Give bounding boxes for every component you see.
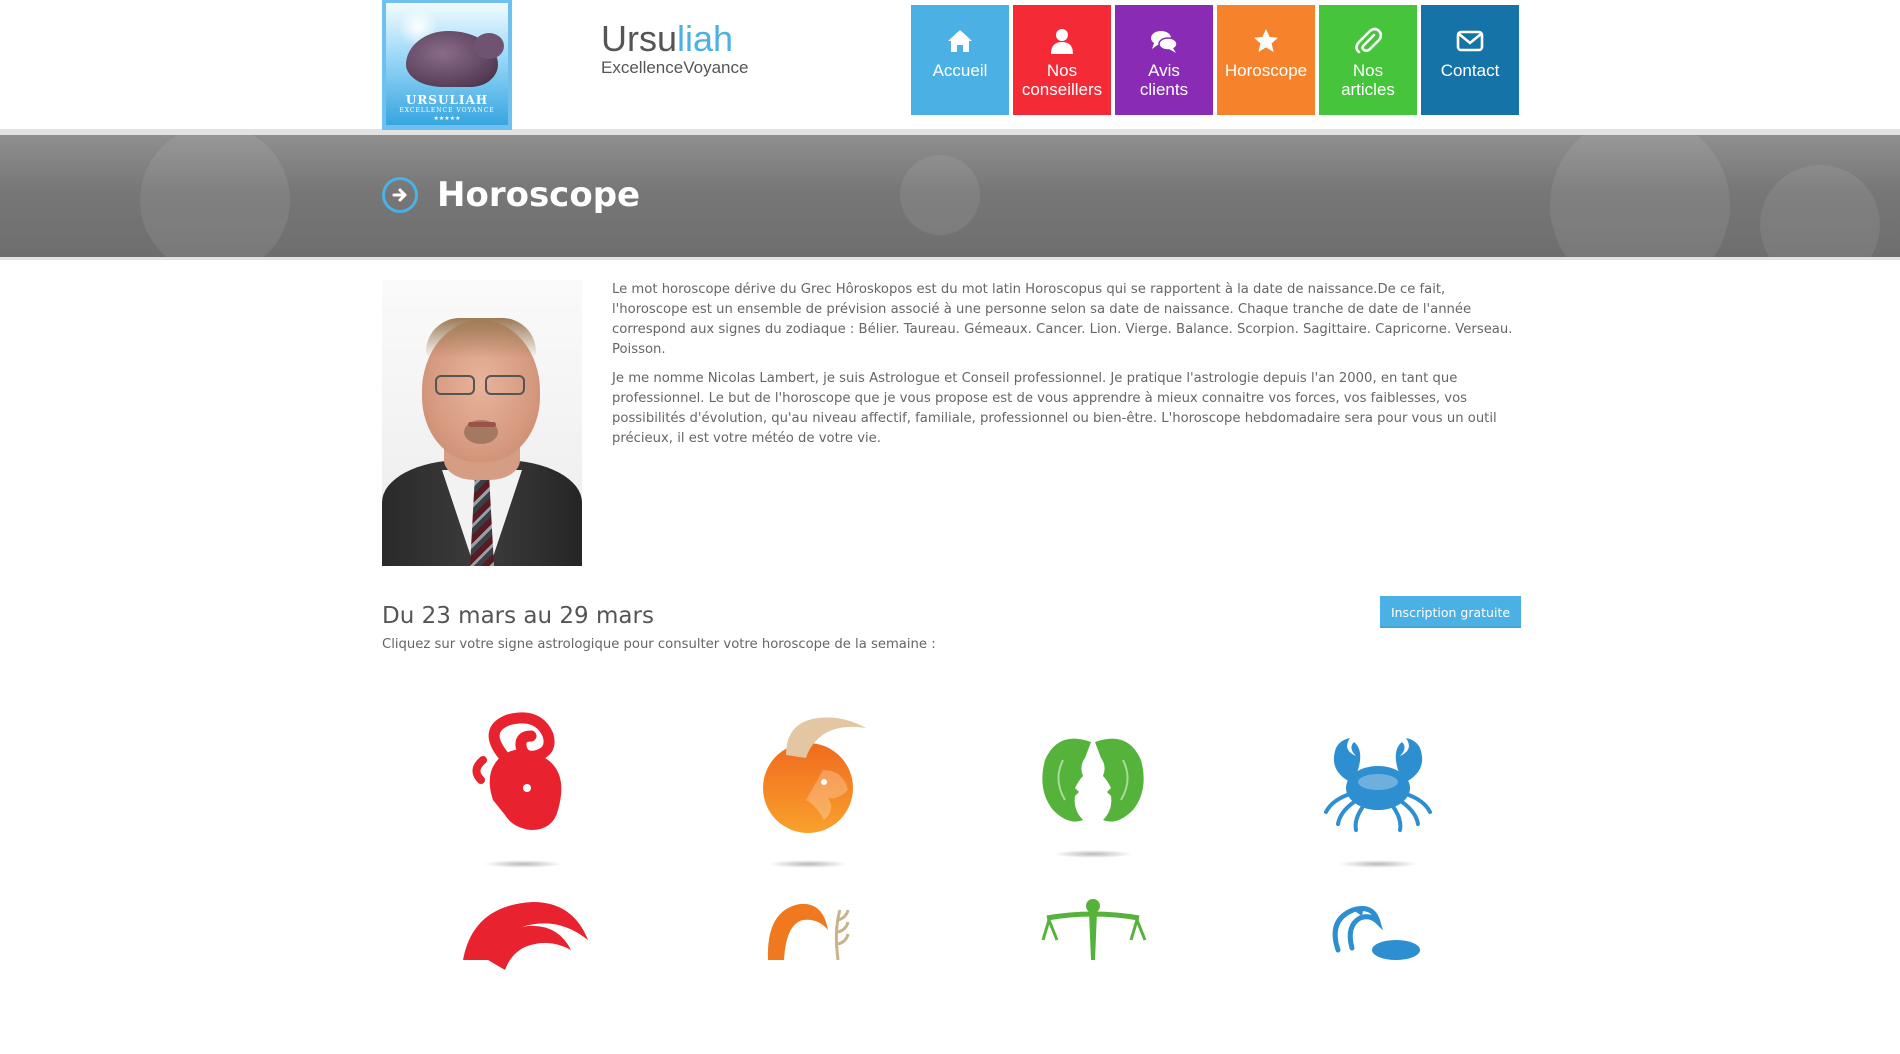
intro-paragraph: Le mot horoscope dérive du Grec Hôroskop… [612,282,1513,357]
star-icon [1254,29,1278,52]
sign-scorpio[interactable] [1298,890,1458,1050]
banner-bokeh [140,135,290,257]
leo-icon [463,902,588,970]
logo-subtext: EXCELLENCE VOYANCE [399,107,495,114]
brand-title-accent: liah [677,18,734,59]
nav-avis-clients[interactable]: Avis clients [1115,5,1213,115]
sign-virgo[interactable] [728,890,888,1050]
sign-leo[interactable] [443,890,603,1050]
taurus-icon [763,717,866,833]
gemini-icon [1042,738,1144,822]
brand-title-main: Ursu [601,18,678,59]
sign-shadow [1338,860,1418,868]
home-icon [948,30,972,52]
logo-stars: ★★★★★ [433,115,461,122]
nav-label: Nos articles [1341,61,1395,99]
bear-head-icon [474,33,504,59]
sign-aries[interactable] [443,700,603,868]
sign-libra[interactable] [1013,890,1173,1050]
astrologer-photo [382,280,582,566]
brand-title: Ursuliah [601,18,748,60]
cancer-icon [1324,738,1432,832]
nav-label: Accueil [932,61,988,80]
sign-gemini[interactable] [1013,700,1173,860]
sign-shadow [1053,850,1133,858]
user-icon [1051,29,1073,54]
nav-label: Horoscope [1224,61,1308,80]
glasses-icon [435,375,527,397]
instruction-text: Cliquez sur votre signe astrologique pou… [382,637,936,652]
sign-shadow [483,860,563,868]
intro-paragraph: Je me nomme Nicolas Lambert, je suis Ast… [612,371,1497,446]
nav-articles[interactable]: Nos articles [1319,5,1417,115]
intro-text: Le mot horoscope dérive du Grec Hôroskop… [612,280,1522,458]
libra-icon [1041,899,1147,960]
photo-mouth [468,422,496,427]
aries-icon [472,712,562,830]
sign-shadow [768,860,848,868]
logo-background: URSULIAH EXCELLENCE VOYANCE ★★★★★ [386,3,508,125]
sign-cancer[interactable] [1298,700,1458,868]
nav-horoscope[interactable]: Horoscope [1217,5,1315,115]
scorpio-icon [1332,906,1420,960]
signup-button[interactable]: Inscription gratuite [1380,596,1521,628]
week-title: Du 23 mars au 29 mars [382,603,654,629]
nav-label: Contact [1440,61,1500,80]
brand-subtitle: ExcellenceVoyance [601,58,749,77]
banner-divider [0,257,1900,260]
nav-accueil[interactable]: Accueil [911,5,1009,115]
page-title: Horoscope [437,175,641,215]
arrow-circle-right-icon [382,177,418,213]
paperclip-icon [1355,27,1382,54]
comments-icon [1151,31,1178,53]
brand-block[interactable]: Ursuliah ExcellenceVoyance [601,18,748,78]
site-logo[interactable]: URSULIAH EXCELLENCE VOYANCE ★★★★★ [382,0,512,130]
nav-conseillers[interactable]: Nos conseillers [1013,5,1111,115]
sign-taurus[interactable] [728,700,888,868]
logo-text: URSULIAH [405,93,489,107]
banner-bokeh [900,155,980,235]
nav-label: Nos conseillers [1021,61,1103,99]
envelope-icon [1456,30,1484,52]
banner-bokeh [1550,135,1730,257]
nav-label: Avis clients [1139,61,1189,99]
banner-bokeh [1760,165,1880,257]
page-banner [0,135,1900,257]
nav-contact[interactable]: Contact [1421,5,1519,115]
photo-hair [426,318,536,358]
virgo-icon [767,903,850,961]
